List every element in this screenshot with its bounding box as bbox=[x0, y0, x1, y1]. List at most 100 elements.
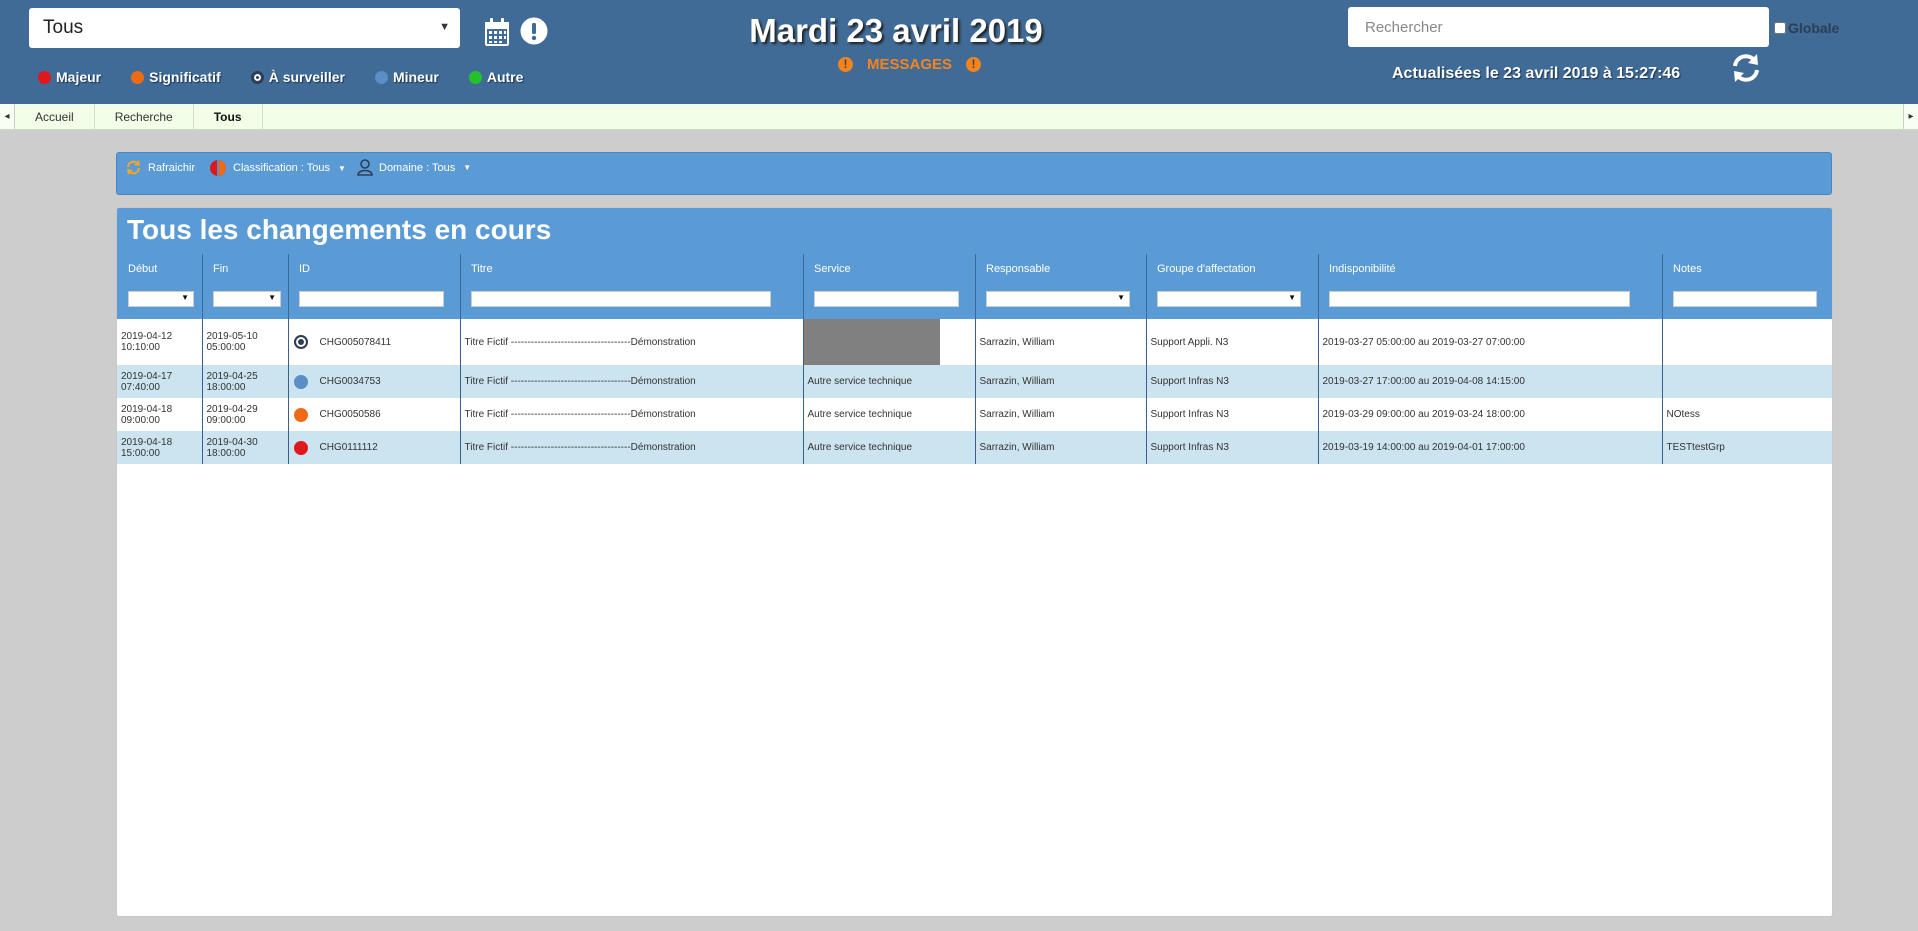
cell-id[interactable]: CHG0050586 bbox=[288, 398, 461, 431]
cell-groupe: Support Infras N3 bbox=[1146, 365, 1319, 398]
classification-label: Classification : Tous bbox=[233, 162, 331, 174]
column-divider bbox=[975, 254, 976, 319]
filter-id-input[interactable] bbox=[299, 291, 444, 307]
caret-down-icon: ▼ bbox=[338, 163, 346, 173]
exclamation-icon: ! bbox=[966, 57, 982, 72]
user-icon bbox=[357, 159, 373, 176]
classification-icon bbox=[210, 160, 226, 176]
col-header-groupe[interactable]: Groupe d'affectation bbox=[1157, 263, 1256, 275]
panel-title: Tous les changements en cours bbox=[127, 214, 552, 245]
cell-debut: 2019-04-18 09:00:00 bbox=[117, 398, 203, 431]
column-divider bbox=[1662, 254, 1663, 319]
refresh-button[interactable]: Rafraichir bbox=[125, 159, 195, 176]
globale-checkbox[interactable] bbox=[1774, 22, 1786, 34]
tab-scroll-right-icon[interactable]: ▸ bbox=[1903, 104, 1918, 129]
table-row[interactable]: 2019-04-17 07:40:00 2019-04-25 18:00:00 CH… bbox=[117, 365, 1832, 398]
cell-debut: 2019-04-17 07:40:00 bbox=[117, 365, 203, 398]
fin-time: 18:00:00 bbox=[206, 381, 246, 393]
tab-recherche[interactable]: Recherche bbox=[95, 104, 194, 129]
changes-table: 2019-04-12 10:10:00 2019-05-10 05:00:00 CH… bbox=[117, 319, 1832, 464]
col-header-service[interactable]: Service bbox=[814, 263, 851, 275]
app-header: Tous ▼ Majeur Significatif À surveiller … bbox=[0, 0, 1918, 104]
filter-debut-select[interactable]: ▼ bbox=[128, 291, 194, 307]
fin-date: 2019-04-30 bbox=[206, 436, 258, 448]
cell-debut: 2019-04-18 15:00:00 bbox=[117, 431, 203, 464]
filter-titre-input[interactable] bbox=[471, 291, 771, 307]
tab-tous[interactable]: Tous bbox=[194, 104, 263, 129]
caret-down-icon: ▼ bbox=[181, 293, 189, 302]
legend-item-other: Autre bbox=[468, 69, 524, 85]
col-header-indisponibilite[interactable]: Indisponibilité bbox=[1329, 263, 1396, 275]
refresh-icon[interactable] bbox=[1730, 52, 1762, 89]
col-header-fin[interactable]: Fin bbox=[213, 263, 228, 275]
cell-titre: Titre Fictif ---------------------------… bbox=[460, 365, 804, 398]
cell-service: Autre service technique bbox=[803, 398, 976, 431]
cell-groupe: Support Infras N3 bbox=[1146, 398, 1319, 431]
significant-dot-icon bbox=[131, 70, 145, 84]
col-header-titre[interactable]: Titre bbox=[471, 263, 493, 275]
legend-label: À surveiller bbox=[268, 69, 345, 85]
col-header-responsable[interactable]: Responsable bbox=[986, 263, 1050, 275]
column-divider bbox=[460, 254, 461, 319]
column-divider bbox=[288, 254, 289, 319]
fin-date: 2019-04-29 bbox=[206, 403, 258, 415]
globale-checkbox-label[interactable]: Globale bbox=[1774, 20, 1839, 36]
cell-responsable: Sarrazin, William bbox=[975, 365, 1147, 398]
other-dot-icon bbox=[468, 70, 482, 84]
col-header-notes[interactable]: Notes bbox=[1673, 263, 1702, 275]
legend-label: Majeur bbox=[56, 69, 102, 85]
table-row[interactable]: 2019-04-18 15:00:00 2019-04-30 18:00:00 CH… bbox=[117, 431, 1832, 464]
watch-target-icon bbox=[250, 70, 264, 84]
cell-notes bbox=[1662, 365, 1832, 398]
legend-item-significant: Significatif bbox=[131, 69, 221, 85]
cell-groupe: Support Infras N3 bbox=[1146, 431, 1319, 464]
caret-down-icon: ▼ bbox=[1288, 293, 1296, 302]
domain-dropdown[interactable]: Domaine : Tous ▼ bbox=[357, 159, 471, 176]
debut-time: 09:00:00 bbox=[121, 414, 160, 426]
cell-indisponibilite: 2019-03-19 14:00:00 au 2019-04-01 17:00:… bbox=[1318, 431, 1663, 464]
cell-id[interactable]: CHG005078411 bbox=[288, 319, 461, 365]
panel-header: Tous les changements en cours Début Fin … bbox=[117, 208, 1832, 319]
classification-dropdown[interactable]: Classification : Tous ▼ bbox=[209, 159, 346, 177]
cell-fin: 2019-04-25 18:00:00 bbox=[202, 365, 289, 398]
tab-accueil[interactable]: Accueil bbox=[15, 104, 95, 129]
debut-time: 15:00:00 bbox=[121, 447, 160, 459]
filter-groupe-select[interactable]: ▼ bbox=[1157, 291, 1301, 307]
table-row[interactable]: 2019-04-12 10:10:00 2019-05-10 05:00:00 CH… bbox=[117, 319, 1832, 365]
caret-down-icon: ▼ bbox=[1117, 293, 1125, 302]
cell-notes: NOtess bbox=[1666, 409, 1700, 420]
filter-notes-input[interactable] bbox=[1673, 291, 1817, 307]
cell-titre: Titre Fictif ---------------------------… bbox=[460, 398, 804, 431]
change-id: CHG005078411 bbox=[319, 336, 392, 348]
table-row[interactable]: 2019-04-18 09:00:00 2019-04-29 09:00:00 CH… bbox=[117, 398, 1832, 431]
filter-service-input[interactable] bbox=[814, 291, 959, 307]
significant-dot-icon bbox=[293, 407, 308, 422]
legend-label: Mineur bbox=[392, 69, 439, 85]
tab-scroll-left-icon[interactable]: ◂ bbox=[0, 104, 15, 129]
cell-notes bbox=[1662, 319, 1832, 365]
filter-indisponibilite-input[interactable] bbox=[1329, 291, 1630, 307]
messages-link[interactable]: ! MESSAGES ! bbox=[838, 56, 982, 73]
changes-panel: Tous les changements en cours Début Fin … bbox=[116, 207, 1833, 917]
cell-titre: Titre Fictif ---------------------------… bbox=[460, 431, 804, 464]
column-divider bbox=[202, 254, 203, 319]
globale-label: Globale bbox=[1788, 20, 1840, 36]
col-header-debut[interactable]: Début bbox=[128, 263, 157, 275]
messages-label: MESSAGES bbox=[867, 56, 953, 73]
search-input[interactable] bbox=[1348, 7, 1769, 47]
last-updated-text: Actualisées le 23 avril 2019 à 15:27:46 bbox=[1392, 65, 1681, 82]
fin-time: 18:00:00 bbox=[206, 447, 246, 459]
cell-service: Autre service technique bbox=[803, 365, 976, 398]
cell-fin: 2019-04-30 18:00:00 bbox=[202, 431, 289, 464]
caret-down-icon: ▼ bbox=[463, 163, 472, 172]
filter-responsable-select[interactable]: ▼ bbox=[986, 291, 1130, 307]
debut-date: 2019-04-18 bbox=[121, 403, 173, 415]
col-header-id[interactable]: ID bbox=[299, 263, 310, 275]
cell-id[interactable]: CHG0111112 bbox=[288, 431, 461, 464]
fin-date: 2019-04-25 bbox=[206, 370, 258, 382]
cell-indisponibilite: 2019-03-27 05:00:00 au 2019-03-27 07:00:… bbox=[1318, 319, 1663, 365]
cell-id[interactable]: CHG0034753 bbox=[288, 365, 461, 398]
legend-label: Autre bbox=[486, 69, 524, 85]
debut-date: 2019-04-17 bbox=[121, 370, 173, 382]
filter-fin-select[interactable]: ▼ bbox=[213, 291, 281, 307]
